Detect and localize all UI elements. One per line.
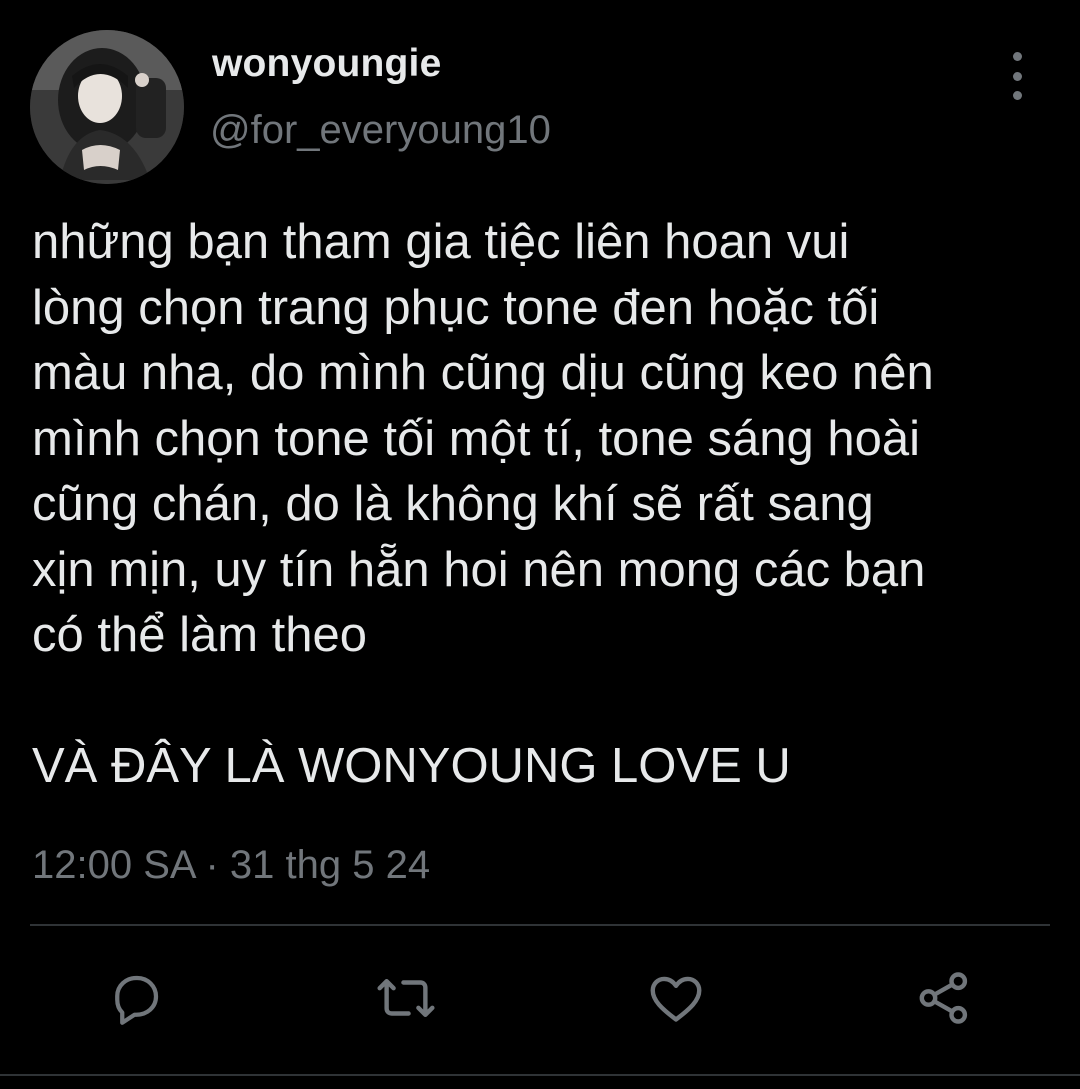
tweet-text: những bạn tham gia tiệc liên hoan vui lò…	[32, 215, 934, 793]
like-button[interactable]	[636, 960, 716, 1036]
tweet-card: wonyoungie @for_everyoung10 những bạn th…	[0, 0, 1080, 1089]
reply-button[interactable]	[96, 960, 176, 1036]
more-dot	[1012, 71, 1022, 81]
divider	[30, 924, 1050, 926]
user-handle[interactable]: @for_everyoung10	[210, 108, 551, 153]
avatar[interactable]	[30, 30, 184, 184]
share-button[interactable]	[904, 960, 984, 1036]
more-dot	[1012, 52, 1022, 61]
heart-icon	[650, 976, 702, 1022]
retweet-button[interactable]	[366, 960, 446, 1036]
share-icon	[919, 972, 968, 1024]
more-vertical-icon[interactable]	[1000, 52, 1034, 100]
retweet-icon	[377, 979, 435, 1017]
avatar-image	[30, 30, 184, 184]
more-dot	[1012, 91, 1022, 100]
reply-bubble-icon	[115, 975, 159, 1025]
bottom-divider	[0, 1074, 1080, 1076]
action-bar	[0, 960, 1080, 1040]
display-name[interactable]: wonyoungie	[212, 42, 442, 86]
tweet-timestamp[interactable]: 12:00 SA · 31 thg 5 24	[32, 843, 430, 888]
